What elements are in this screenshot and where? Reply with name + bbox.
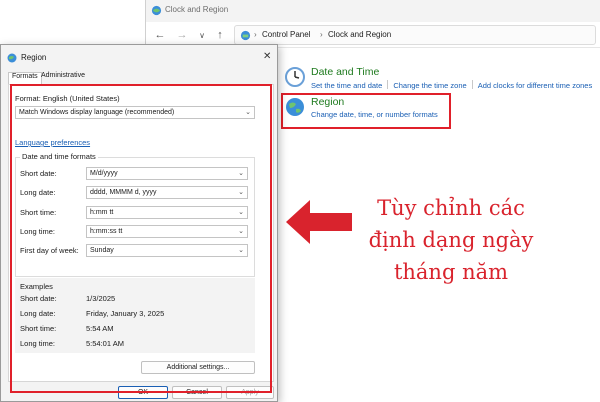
clock-region-icon (151, 5, 162, 16)
cp-titlebar: Clock and Region (146, 0, 600, 22)
link-divider (387, 80, 389, 89)
address-bar[interactable]: › Control Panel › Clock and Region (234, 25, 596, 45)
window-title: Clock and Region (165, 5, 229, 14)
annotation-arrow-icon (286, 200, 352, 244)
tab-formats[interactable]: Formats (8, 72, 42, 84)
clock-icon (285, 67, 305, 87)
link-change-time-zone[interactable]: Change the time zone (393, 81, 466, 90)
annotation-text: Tùy chỉnh các định dạng ngày tháng năm (356, 192, 546, 288)
link-add-clocks[interactable]: Add clocks for different time zones (478, 81, 593, 90)
category-title-date-time[interactable]: Date and Time (311, 66, 379, 78)
back-arrow-icon[interactable]: ← (152, 27, 168, 43)
forward-arrow-icon[interactable]: → (174, 27, 190, 43)
region-highlight-box (281, 93, 451, 129)
breadcrumb-separator: › (320, 30, 323, 39)
formats-highlight-box (10, 84, 272, 393)
breadcrumb-separator: › (254, 30, 257, 39)
annotation-line-1: Tùy chỉnh các (377, 196, 525, 220)
category-links-date-time: Set the time and date Change the time zon… (311, 80, 592, 90)
annotation-line-2: định dạng ngày (368, 228, 534, 252)
link-divider (471, 80, 473, 89)
breadcrumb-control-panel[interactable]: Control Panel (262, 30, 310, 39)
annotation-line-3: tháng năm (393, 260, 509, 284)
control-panel-icon (240, 30, 251, 41)
link-set-time-date[interactable]: Set the time and date (311, 81, 382, 90)
chevron-down-icon[interactable]: ∨ (194, 27, 210, 43)
dialog-title: Region (21, 53, 47, 62)
category-date-time: Date and Time Set the time and date Chang… (284, 66, 596, 92)
close-icon[interactable]: ✕ (263, 51, 271, 62)
globe-icon (7, 53, 17, 63)
breadcrumb-clock-region[interactable]: Clock and Region (328, 30, 391, 39)
tab-administrative[interactable]: Administrative (38, 72, 88, 84)
up-arrow-icon[interactable]: ↑ (212, 27, 228, 43)
